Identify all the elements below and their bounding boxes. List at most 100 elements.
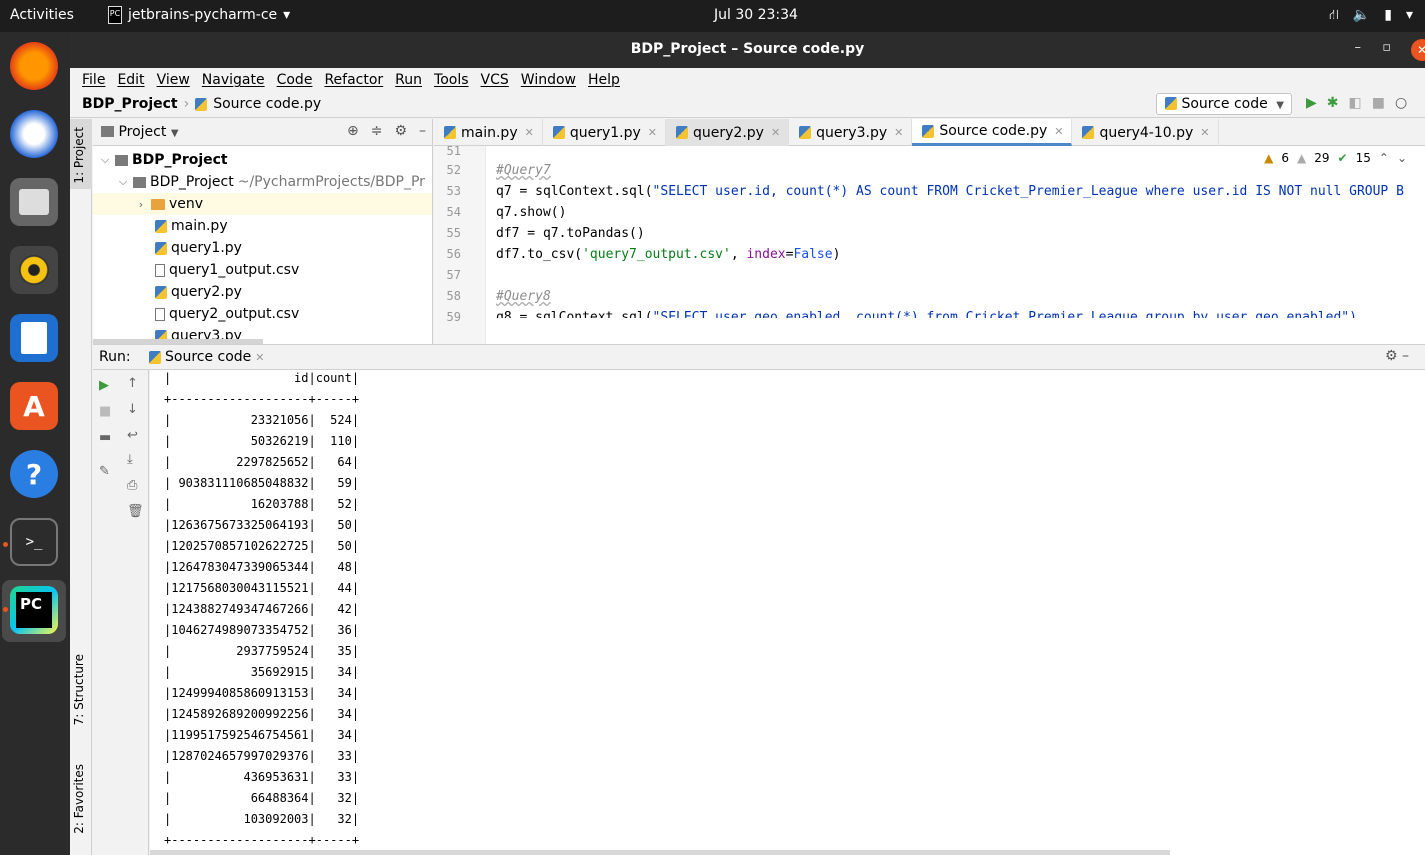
close-icon[interactable]: ✕	[1200, 126, 1209, 139]
arrow-up-icon[interactable]: ↑	[127, 376, 138, 391]
arrow-down-icon[interactable]: ↓	[127, 402, 138, 417]
ubuntu-software-icon[interactable]: A	[10, 382, 58, 430]
project-tool-tab[interactable]: 1: Project	[72, 127, 86, 184]
menu-help[interactable]: Help	[582, 72, 626, 88]
print-icon[interactable]: ⎙	[127, 478, 137, 493]
line-number: 59	[446, 310, 461, 324]
close-icon[interactable]: ✕	[525, 126, 534, 139]
thunderbird-icon[interactable]	[10, 110, 58, 158]
python-file-icon	[1165, 97, 1177, 110]
libreoffice-writer-icon[interactable]	[10, 314, 58, 362]
run-icon[interactable]: ▶	[1306, 95, 1317, 111]
close-icon[interactable]: ✕	[648, 126, 657, 139]
tree-item-venv[interactable]: › venv	[93, 193, 432, 215]
chevron-down-icon: ▾	[283, 7, 291, 23]
project-panel-actions: ⊕ ≑ ⚙ –	[347, 123, 426, 139]
tab-query1-py[interactable]: query1.py ✕	[543, 119, 666, 146]
pin-icon[interactable]: ✎	[99, 464, 110, 479]
console-line: | 103092003| 32|	[164, 812, 360, 826]
gear-icon[interactable]: ⚙ –	[1385, 348, 1409, 364]
breadcrumb-file[interactable]: Source code.py	[213, 96, 321, 112]
close-icon[interactable]: ✕	[1411, 39, 1425, 61]
app-menu[interactable]: PC jetbrains-pycharm-ce ▾	[108, 6, 290, 24]
menu-window[interactable]: Window	[515, 72, 582, 88]
system-tray[interactable]: ⛙ 🔈 ▮ ▾	[1329, 7, 1413, 25]
scroll-to-end-icon[interactable]: ⤓	[127, 452, 133, 467]
menu-code[interactable]: Code	[271, 72, 319, 88]
close-icon[interactable]: ✕	[1054, 125, 1063, 138]
collapse-all-icon[interactable]: ≑	[371, 123, 383, 139]
code-line-54[interactable]: q7.show()	[496, 205, 566, 220]
run-configuration-dropdown[interactable]: Source code ▼	[1156, 93, 1292, 115]
horizontal-scrollbar[interactable]	[150, 850, 1170, 855]
files-icon[interactable]	[10, 178, 58, 226]
hide-icon[interactable]: –	[419, 123, 426, 139]
tree-item-query2-output-csv[interactable]: query2_output.csv	[155, 303, 299, 325]
project-view-selector[interactable]: Project ▼	[101, 124, 179, 140]
tree-item-query1-output-csv[interactable]: query1_output.csv	[155, 259, 299, 281]
layout-icon[interactable]: ▬	[99, 430, 111, 445]
menu-vcs[interactable]: VCS	[475, 72, 515, 88]
coverage-icon[interactable]: ◧	[1349, 95, 1362, 111]
run-console[interactable]: | id|count| +-------------------+-----+ …	[150, 370, 1425, 855]
code-keyword-arg: index	[746, 247, 786, 262]
close-icon[interactable]: ✕	[255, 351, 264, 364]
app-menu-label: jetbrains-pycharm-ce	[128, 7, 278, 23]
menu-navigate[interactable]: Navigate	[196, 72, 271, 88]
tree-item-query2-py[interactable]: query2.py	[155, 281, 242, 303]
python-file-icon	[444, 126, 456, 139]
code-line-52[interactable]: #Query7	[496, 163, 551, 178]
breadcrumb-project[interactable]: BDP_Project	[82, 96, 178, 112]
firefox-icon[interactable]	[10, 42, 58, 90]
close-icon[interactable]: ✕	[894, 126, 903, 139]
stop-icon[interactable]: ■	[1372, 95, 1385, 111]
menu-refactor[interactable]: Refactor	[318, 72, 389, 88]
stop-icon[interactable]: ■	[99, 404, 111, 419]
tab-source-code-py[interactable]: Source code.py ✕	[912, 119, 1073, 146]
debug-icon[interactable]: ✱	[1327, 95, 1339, 111]
terminal-icon[interactable]: >_	[10, 518, 58, 566]
rhythmbox-icon[interactable]	[10, 246, 58, 294]
code-line-56[interactable]: df7.to_csv('query7_output.csv', index=Fa…	[496, 247, 840, 262]
search-icon[interactable]: ○	[1395, 95, 1407, 111]
tab-main-py[interactable]: main.py ✕	[434, 119, 543, 146]
menu-run[interactable]: Run	[389, 72, 428, 88]
code-line-53[interactable]: q7 = sqlContext.sql("SELECT user.id, cou…	[496, 184, 1404, 199]
close-icon[interactable]: ✕	[771, 126, 780, 139]
locate-icon[interactable]: ⊕	[347, 123, 359, 139]
run-tab-label: Source code	[165, 349, 252, 365]
tab-query2-py[interactable]: query2.py ✕	[666, 119, 790, 146]
minimize-icon[interactable]: –	[1355, 40, 1362, 55]
soft-wrap-icon[interactable]: ↩	[127, 428, 138, 443]
tab-label: query3.py	[816, 124, 888, 141]
run-tab-source-code[interactable]: Source code ✕	[149, 349, 265, 365]
favorites-tool-tab[interactable]: 2: Favorites	[72, 764, 86, 834]
clock[interactable]: Jul 30 23:34	[714, 7, 798, 23]
code-token: df7.to_csv(	[496, 247, 583, 262]
gear-icon[interactable]: ⚙	[394, 123, 407, 139]
menu-file[interactable]: File	[76, 72, 111, 88]
tab-query4-10-py[interactable]: query4-10.py ✕	[1072, 119, 1219, 146]
structure-tool-tab[interactable]: 7: Structure	[72, 654, 86, 725]
tree-item-main-py[interactable]: main.py	[155, 215, 228, 237]
window-titlebar[interactable]: BDP_Project – Source code.py – ▫ ✕	[70, 32, 1425, 68]
tree-module[interactable]: ⌵ BDP_Project ~/PycharmProjects/BDP_Pr	[117, 171, 425, 193]
tree-root-label: BDP_Project	[132, 152, 228, 168]
menu-edit[interactable]: Edit	[111, 72, 150, 88]
menu-view[interactable]: View	[151, 72, 196, 88]
rerun-icon[interactable]: ▶	[99, 378, 109, 393]
tab-query3-py[interactable]: query3.py ✕	[789, 119, 913, 146]
tree-item-query1-py[interactable]: query1.py	[155, 237, 242, 259]
code-line-59[interactable]: q8 = sqlContext.sql("SELECT user.geo_ena…	[496, 310, 1357, 318]
pycharm-icon[interactable]: PC	[10, 586, 58, 634]
trash-icon[interactable]: 🗑	[127, 504, 144, 519]
help-icon[interactable]: ?	[10, 450, 58, 498]
inspection-widget[interactable]: ▲ 6 ▲ 29 ✔ 15 ⌃ ⌄	[1264, 151, 1407, 165]
code-line-55[interactable]: df7 = q7.toPandas()	[496, 226, 645, 241]
maximize-icon[interactable]: ▫	[1382, 40, 1391, 55]
dock: A ? >_ PC	[0, 32, 70, 855]
tree-root[interactable]: ⌵ BDP_Project	[99, 149, 228, 171]
code-line-58[interactable]: #Query8	[496, 289, 551, 304]
menu-tools[interactable]: Tools	[428, 72, 475, 88]
activities-button[interactable]: Activities	[10, 7, 74, 23]
